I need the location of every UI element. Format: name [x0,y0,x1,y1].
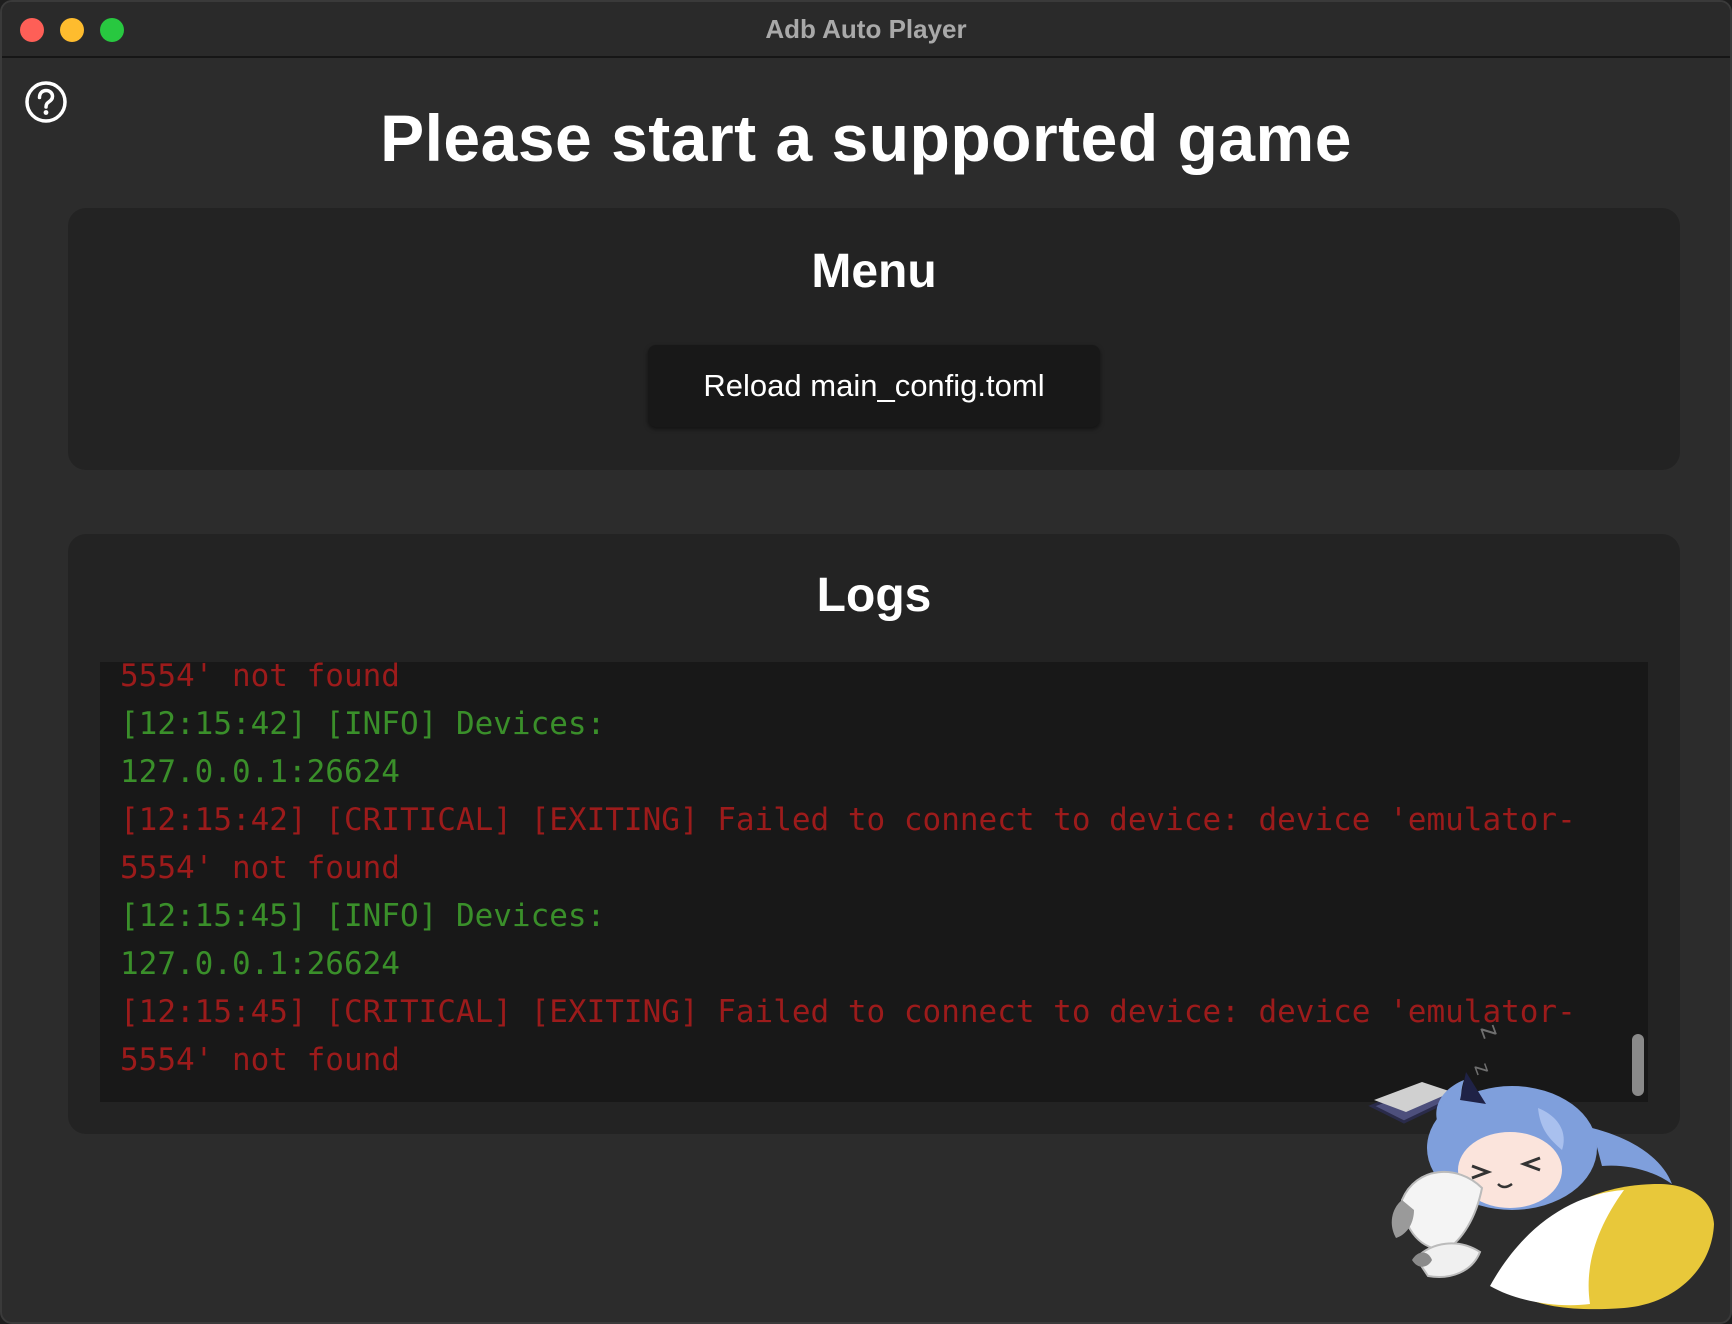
log-line-info: 127.0.0.1:26624 [120,754,400,790]
menu-card: Menu Reload main_config.toml [68,208,1680,470]
log-line-critical: [12:15:42] [CRITICAL] [EXITING] Failed t… [120,802,1576,838]
log-line-critical: 5554' not found [120,850,400,886]
reload-config-button[interactable]: Reload main_config.toml [648,345,1100,427]
sleeping-anime-girl-icon: z z [1368,1020,1714,1310]
log-line-info: 127.0.0.1:26624 [120,946,400,982]
title-bar: Adb Auto Player [2,2,1730,58]
window-title: Adb Auto Player [765,14,967,44]
log-line-critical: 5554' not found [120,662,400,694]
log-line-info: [12:15:45] [INFO] Devices: [120,898,606,934]
app-window: Adb Auto Player Please start a supported… [0,0,1732,1324]
svg-text:z: z [1474,1020,1507,1042]
page-title: Please start a supported game [380,101,1352,175]
log-line-info: [12:15:42] [INFO] Devices: [120,706,606,742]
menu-title: Menu [811,245,937,298]
svg-text:z: z [1469,1059,1496,1078]
logs-title: Logs [816,569,932,622]
